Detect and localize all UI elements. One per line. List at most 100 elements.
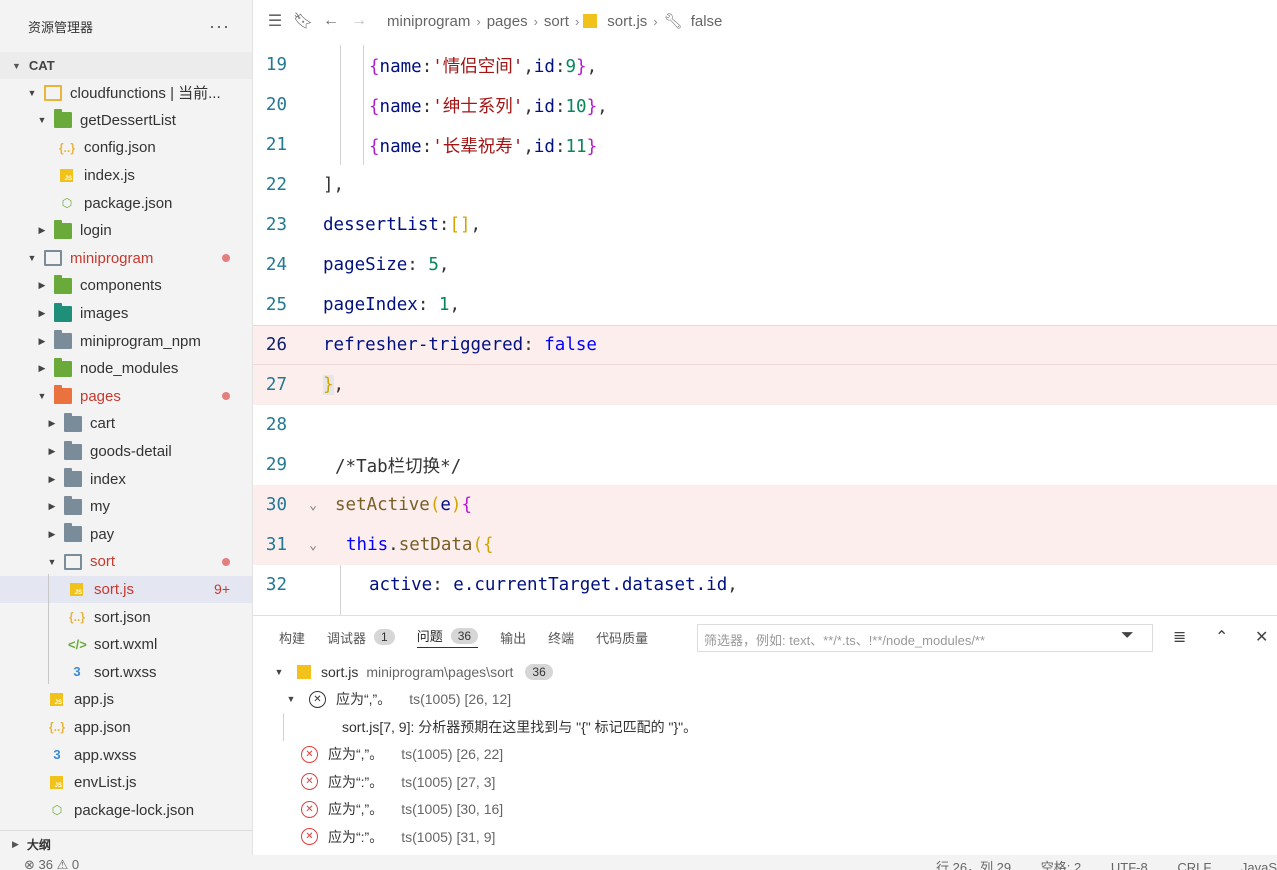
chevron-down-icon: ▼ xyxy=(47,556,57,567)
line-19: 19 {name:'情侣空间',id:9}, xyxy=(253,45,1277,85)
error-icon: ✕ xyxy=(301,800,318,818)
tree-item-miniprogram-npm[interactable]: ▶ miniprogram_npm xyxy=(0,327,252,355)
line-number: 27 xyxy=(265,375,287,395)
tree-item-envlist-js[interactable]: envList.js xyxy=(0,769,252,797)
tree-item-sort-wxml[interactable]: </> sort.wxml xyxy=(0,631,252,659)
line-number: 20 xyxy=(265,95,287,115)
chevron-right-icon: ▶ xyxy=(38,280,46,291)
back-arrow-icon[interactable]: ← xyxy=(317,12,345,30)
modified-dot xyxy=(222,254,230,263)
tree-item-node-modules[interactable]: ▶ node_modules xyxy=(0,355,252,383)
tree-item-label: envList.js xyxy=(74,774,137,792)
tab-debugger[interactable]: 调试器 1 xyxy=(327,628,395,647)
more-actions-button[interactable]: ··· xyxy=(209,16,230,37)
tree-item-sort-json[interactable]: {..} sort.json xyxy=(0,603,252,631)
problems-status[interactable]: ⊗ 36 ⚠ 0 xyxy=(24,857,79,870)
js-file-icon xyxy=(50,776,63,790)
list-icon[interactable]: ☰ xyxy=(261,11,289,31)
tree-item-images[interactable]: ▶ images xyxy=(0,300,252,328)
code-lines[interactable]: 19 {name:'情侣空间',id:9}, 20 {name:'绅士系列',i… xyxy=(253,45,1277,605)
forward-arrow-icon[interactable]: → xyxy=(345,12,373,30)
tree-item-index[interactable]: ▶ index xyxy=(0,465,252,493)
problems-filter-input[interactable]: 筛选器，例如: text、**/*.ts、!**/node_modules/** xyxy=(697,624,1153,652)
tree-item-package-lock-json[interactable]: ⬡ package-lock.json xyxy=(0,796,252,824)
code-editor[interactable]: ☰ 🔖︎ ← → miniprogram › pages › sort › so… xyxy=(253,0,1277,615)
cursor-position[interactable]: 行 26，列 29 xyxy=(936,860,1011,870)
problem-row[interactable]: ✕ 应为“:”。 ts(1005) [31, 9] xyxy=(253,823,1277,851)
tree-item-label: package.json xyxy=(84,194,173,212)
file-tree: ▼ cloudfunctions | 当前... ▼ getDessertLis… xyxy=(0,79,252,824)
tree-item-getdessertlist[interactable]: ▼ getDessertList xyxy=(0,107,252,135)
tree-item-sort-js[interactable]: sort.js 9+ xyxy=(0,575,252,604)
chevron-right-icon: › xyxy=(476,13,481,29)
collapse-all-icon[interactable]: ≣ xyxy=(1173,627,1186,647)
tree-item-config-json[interactable]: {..} config.json xyxy=(0,134,252,162)
error-icon: ✕ xyxy=(301,745,318,763)
problem-row[interactable]: ▼ ✕ 应为“,”。 ts(1005) [26, 12] xyxy=(253,686,1277,714)
encoding[interactable]: UTF-8 xyxy=(1111,860,1148,870)
tree-item-cart[interactable]: ▶ cart xyxy=(0,410,252,438)
tree-item-pages[interactable]: ▼ pages xyxy=(0,383,252,411)
json-file-icon: {..} xyxy=(68,610,85,625)
tree-item-sort[interactable]: ▼ sort xyxy=(0,548,252,576)
status-right: 行 26，列 29 空格: 2 UTF-8 CRLF JavaScript xyxy=(936,857,1277,870)
close-icon[interactable]: ✕ xyxy=(1255,627,1268,647)
language-mode[interactable]: JavaScript xyxy=(1241,860,1277,870)
tree-item-label: index xyxy=(90,470,126,488)
tree-item-package-json[interactable]: ⬡ package.json xyxy=(0,189,252,217)
breadcrumb-item[interactable]: pages xyxy=(487,13,528,30)
tree-item-my[interactable]: ▶ my xyxy=(0,493,252,521)
problem-row[interactable]: ✕ 应为“,”。 ts(1005) [26, 22] xyxy=(253,741,1277,769)
indentation[interactable]: 空格: 2 xyxy=(1041,860,1081,870)
line-30: 30 ⌄ setActive(e){ xyxy=(253,485,1277,525)
problem-related-info[interactable]: sort.js[7, 9]: 分析器预期在这里找到与 "{" 标记匹配的 "}"… xyxy=(283,713,1277,741)
tree-item-index-js[interactable]: index.js xyxy=(0,162,252,190)
images-folder-icon xyxy=(54,302,72,322)
tree-item-login[interactable]: ▶ login xyxy=(0,217,252,245)
tree-item-app-js[interactable]: app.js xyxy=(0,686,252,714)
workspace-section-cat[interactable]: ▼ CAT xyxy=(0,52,252,79)
chevron-right-icon: › xyxy=(653,13,658,29)
components-folder-icon xyxy=(54,274,72,294)
tree-item-label: package-lock.json xyxy=(74,801,195,819)
css-file-icon: 3 xyxy=(73,664,81,680)
line-ending[interactable]: CRLF xyxy=(1177,860,1211,870)
folder-open-icon xyxy=(44,250,62,267)
folder-icon xyxy=(64,468,82,488)
outline-section[interactable]: ▶ 大纲 xyxy=(0,830,252,858)
tab-build[interactable]: 构建 xyxy=(279,628,305,647)
line-number: 32 xyxy=(265,575,287,595)
chevron-down-icon[interactable]: ⌄ xyxy=(303,538,323,553)
tree-item-miniprogram[interactable]: ▼ miniprogram xyxy=(0,245,252,273)
problem-file-row[interactable]: ▼ sort.js miniprogram\pages\sort 36 xyxy=(253,658,1277,686)
breadcrumb-item[interactable]: sort xyxy=(544,13,569,30)
tree-item-components[interactable]: ▶ components xyxy=(0,272,252,300)
tree-item-pay[interactable]: ▶ pay xyxy=(0,521,252,549)
tree-item-app-json[interactable]: {..} app.json xyxy=(0,714,252,742)
chevron-down-icon[interactable]: ⌄ xyxy=(303,498,323,513)
breadcrumb-item[interactable]: sort.js xyxy=(607,13,647,30)
tree-item-label: pay xyxy=(90,525,115,543)
tree-item-app-wxss[interactable]: 3 app.wxss xyxy=(0,741,252,769)
cloud-folder-icon xyxy=(54,109,72,129)
bottom-panel: 构建 调试器 1 问题 36 输出 终端 代码质量 筛选器，例如: text、**/… xyxy=(253,615,1277,855)
tab-code-quality[interactable]: 代码质量 xyxy=(596,628,648,647)
tree-item-sort-wxss[interactable]: 3 sort.wxss xyxy=(0,658,252,686)
bookmark-icon[interactable]: 🔖︎ xyxy=(289,11,317,31)
tab-problems[interactable]: 问题 36 xyxy=(416,626,479,648)
line-number: 30 xyxy=(265,495,287,515)
tree-item-cloudfunctions[interactable]: ▼ cloudfunctions | 当前... xyxy=(0,79,252,107)
tab-output[interactable]: 输出 xyxy=(500,628,526,647)
tab-terminal[interactable]: 终端 xyxy=(548,628,574,647)
breadcrumb-item[interactable]: miniprogram xyxy=(387,13,470,30)
chevron-up-icon[interactable]: ⌃ xyxy=(1215,627,1228,647)
count-badge: 36 xyxy=(525,663,553,680)
filter-icon[interactable]: ⏷ xyxy=(1121,627,1134,645)
problems-list: ▼ sort.js miniprogram\pages\sort 36 ▼ ✕ … xyxy=(253,658,1277,851)
problem-row[interactable]: ✕ 应为“,”。 ts(1005) [30, 16] xyxy=(253,796,1277,824)
tree-item-goods-detail[interactable]: ▶ goods-detail xyxy=(0,438,252,466)
problem-row[interactable]: ✕ 应为“:”。 ts(1005) [27, 3] xyxy=(253,768,1277,796)
line-number: 26 xyxy=(265,335,287,355)
breadcrumb-item[interactable]: false xyxy=(691,13,723,30)
chevron-right-icon: ▶ xyxy=(12,839,19,849)
